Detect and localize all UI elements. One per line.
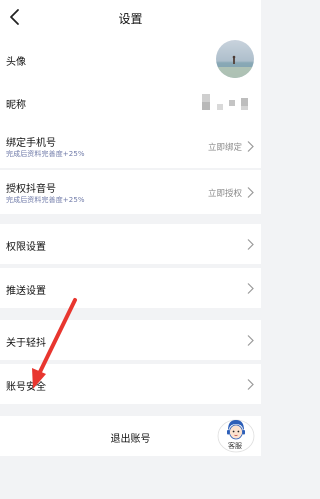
bind-phone-action[interactable]: 立即绑定	[208, 141, 242, 153]
avatar-label: 头像	[6, 57, 26, 68]
chevron-right-icon	[247, 379, 254, 390]
authorize-douyin-label: 授权抖音号	[6, 184, 56, 195]
nickname-label: 昵称	[6, 100, 26, 111]
avatar[interactable]	[216, 40, 254, 78]
settings-page: 设置 头像 昵称 绑定手机号 完成后资料完善度+25% 立即绑定 授权抖音号 完…	[0, 0, 261, 499]
account-security-label: 账号安全	[6, 382, 46, 393]
authorize-douyin-action[interactable]: 立即授权	[208, 187, 242, 199]
customer-service-label: 客服	[228, 442, 242, 450]
permission-settings-row[interactable]: 权限设置	[0, 224, 261, 264]
bind-phone-row[interactable]: 绑定手机号 完成后资料完善度+25% 立即绑定	[0, 124, 261, 168]
chevron-right-icon	[247, 141, 254, 152]
authorize-douyin-subtext: 完成后资料完善度+25%	[6, 196, 85, 204]
authorize-douyin-row[interactable]: 授权抖音号 完成后资料完善度+25% 立即授权	[0, 170, 261, 214]
chevron-right-icon	[247, 239, 254, 250]
account-security-row[interactable]: 账号安全	[0, 364, 261, 404]
nickname-blurred-value	[202, 94, 248, 110]
chevron-right-icon	[247, 187, 254, 198]
header-bar: 设置	[0, 0, 261, 36]
push-settings-label: 推送设置	[6, 286, 46, 297]
bind-phone-subtext: 完成后资料完善度+25%	[6, 150, 85, 158]
bind-phone-label: 绑定手机号	[6, 138, 56, 149]
about-row[interactable]: 关于轻抖	[0, 320, 261, 360]
section-divider	[0, 214, 261, 224]
chevron-right-icon	[247, 283, 254, 294]
push-settings-row[interactable]: 推送设置	[0, 268, 261, 308]
chevron-right-icon	[247, 335, 254, 346]
page-title: 设置	[118, 12, 143, 26]
permission-settings-label: 权限设置	[6, 242, 46, 253]
about-label: 关于轻抖	[6, 338, 46, 349]
section-divider	[0, 308, 261, 320]
